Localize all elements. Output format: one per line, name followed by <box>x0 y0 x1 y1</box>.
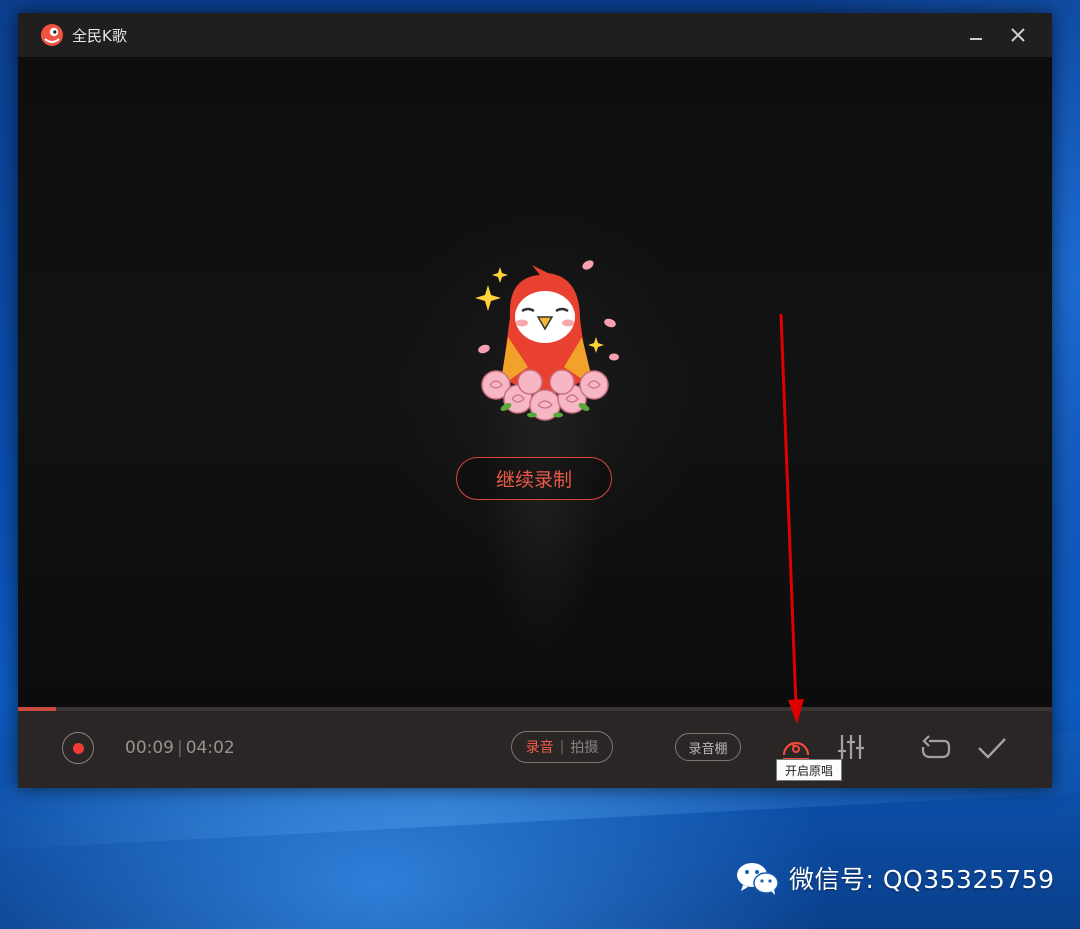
minimize-icon <box>970 38 982 40</box>
record-mode-toggle: 录音 | 拍摄 <box>511 731 613 763</box>
time-separator: | <box>177 738 183 758</box>
minimize-button[interactable] <box>962 21 990 49</box>
total-time: 04:02 <box>185 738 235 758</box>
app-logo-icon <box>41 24 63 46</box>
close-button[interactable] <box>1004 21 1032 49</box>
title-bar: 全民K歌 <box>18 13 1052 57</box>
studio-button[interactable]: 录音棚 <box>675 733 741 761</box>
wechat-icon <box>737 863 779 895</box>
watermark: 微信号: QQ35325759 <box>735 858 1054 898</box>
app-window: 全民K歌 继续录制 00:09 | 04:02 录音 | 拍摄 录音棚 <box>18 13 1052 788</box>
mode-video-button[interactable]: 拍摄 <box>570 737 598 757</box>
video-preview: 继续录制 <box>18 57 1052 737</box>
mode-separator: | <box>559 739 565 755</box>
close-icon <box>1011 28 1025 42</box>
current-time: 00:09 <box>125 738 174 758</box>
time-display: 00:09 | 04:02 <box>125 738 235 758</box>
mode-audio-button[interactable]: 录音 <box>526 737 554 757</box>
finish-button[interactable] <box>976 733 1008 763</box>
control-bar: 00:09 | 04:02 录音 | 拍摄 录音棚 <box>18 711 1052 788</box>
mascot-bird-icon <box>475 260 619 421</box>
continue-recording-button[interactable]: 继续录制 <box>456 457 612 500</box>
record-button[interactable] <box>62 732 94 764</box>
app-title: 全民K歌 <box>72 27 127 45</box>
watermark-text: 微信号: QQ35325759 <box>789 865 1055 894</box>
original-vocal-tooltip: 开启原唱 <box>776 759 842 781</box>
checkmark-icon <box>978 738 1006 759</box>
restart-button[interactable] <box>920 733 952 763</box>
record-icon <box>72 742 84 754</box>
restart-icon <box>921 735 951 759</box>
